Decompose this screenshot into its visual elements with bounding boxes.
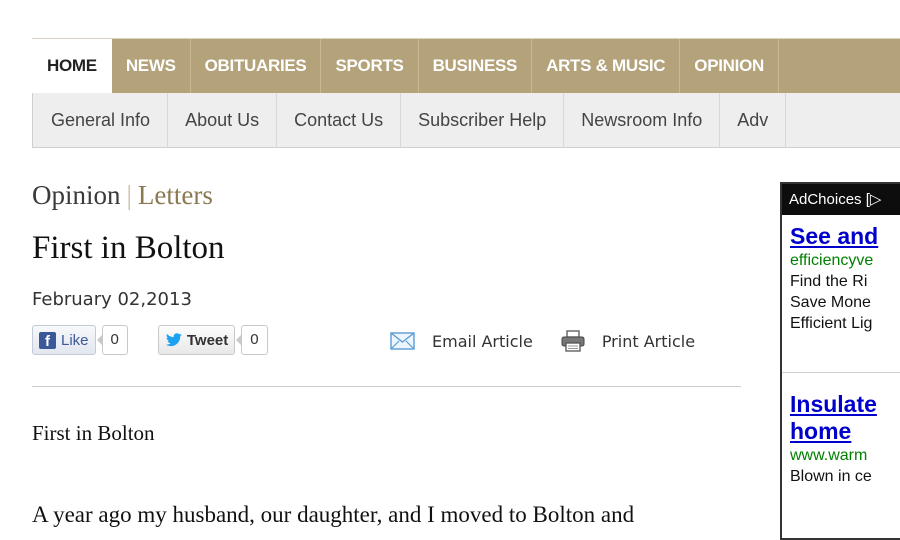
- print-article-link[interactable]: Print Article: [561, 330, 695, 352]
- tweet-count: 0: [236, 325, 268, 355]
- article-body-line: First in Bolton: [32, 421, 155, 445]
- nav-tab-home[interactable]: HOME: [32, 39, 112, 93]
- nav-tab-news[interactable]: NEWS: [112, 39, 191, 93]
- email-article-label: Email Article: [432, 331, 533, 351]
- facebook-icon: f: [39, 331, 56, 350]
- article-actions: Email Article Print Article: [390, 330, 723, 352]
- breadcrumb: Opinion | Letters: [32, 180, 213, 211]
- article-date: February 02,2013: [32, 289, 192, 310]
- breadcrumb-separator: |: [126, 180, 132, 210]
- email-article-link[interactable]: Email Article: [390, 332, 533, 351]
- subnav-newsroom-info[interactable]: Newsroom Info: [564, 93, 721, 147]
- nav-tab-arts-music[interactable]: ARTS & MUSIC: [532, 39, 681, 93]
- ad-title[interactable]: home: [790, 418, 900, 445]
- tweet-button[interactable]: Tweet: [157, 325, 236, 355]
- ad-unit[interactable]: Insulate home www.warm Blown in ce: [782, 373, 900, 487]
- ad-title[interactable]: Insulate: [790, 391, 900, 418]
- like-label: Like: [61, 331, 89, 349]
- ad-unit[interactable]: See and efficiencyve Find the Ri Save Mo…: [782, 215, 900, 334]
- print-article-label: Print Article: [601, 331, 696, 351]
- nav-tab-opinion[interactable]: OPINION: [680, 39, 779, 93]
- ad-url[interactable]: www.warm: [790, 445, 900, 466]
- like-count: 0: [96, 325, 128, 355]
- ad-title[interactable]: See and: [790, 223, 900, 250]
- ad-text: Save Mone: [790, 294, 871, 311]
- ad-text: Efficient Lig: [790, 315, 873, 332]
- nav-tab-obituaries[interactable]: OBITUARIES: [191, 39, 322, 93]
- article-divider: [32, 386, 741, 387]
- subnav-about-us[interactable]: About Us: [168, 93, 278, 147]
- nav-tab-business[interactable]: BUSINESS: [419, 39, 533, 93]
- twitter-bird-icon: [165, 333, 182, 347]
- breadcrumb-letters[interactable]: Letters: [138, 180, 213, 210]
- tweet-label: Tweet: [186, 331, 229, 349]
- printer-icon: [561, 330, 585, 352]
- article-body-line: A year ago my husband, our daughter, and…: [32, 502, 635, 527]
- article-title: First in Bolton: [32, 230, 225, 266]
- facebook-like-button[interactable]: f Like: [32, 325, 96, 355]
- subnav-advertising[interactable]: Adv: [720, 93, 787, 147]
- adchoices-header[interactable]: AdChoices [▷: [782, 184, 900, 215]
- nav-tab-sports[interactable]: SPORTS: [321, 39, 419, 93]
- ad-url[interactable]: efficiencyve: [790, 250, 900, 271]
- envelope-icon: [390, 332, 415, 350]
- subnav-subscriber-help[interactable]: Subscriber Help: [401, 93, 565, 147]
- breadcrumb-opinion[interactable]: Opinion: [32, 180, 121, 210]
- ad-text: Blown in ce: [790, 468, 872, 485]
- subnav-contact-us[interactable]: Contact Us: [277, 93, 402, 147]
- site-navigation: HOME NEWS OBITUARIES SPORTS BUSINESS ART…: [32, 38, 900, 148]
- social-buttons: f Like 0 Tweet 0: [32, 324, 268, 356]
- secondary-nav: General Info About Us Contact Us Subscri…: [32, 93, 900, 148]
- subnav-general-info[interactable]: General Info: [33, 93, 169, 147]
- ad-text: Find the Ri: [790, 273, 868, 290]
- advertisement-panel: AdChoices [▷ See and efficiencyve Find t…: [780, 182, 900, 540]
- primary-nav: HOME NEWS OBITUARIES SPORTS BUSINESS ART…: [32, 38, 900, 93]
